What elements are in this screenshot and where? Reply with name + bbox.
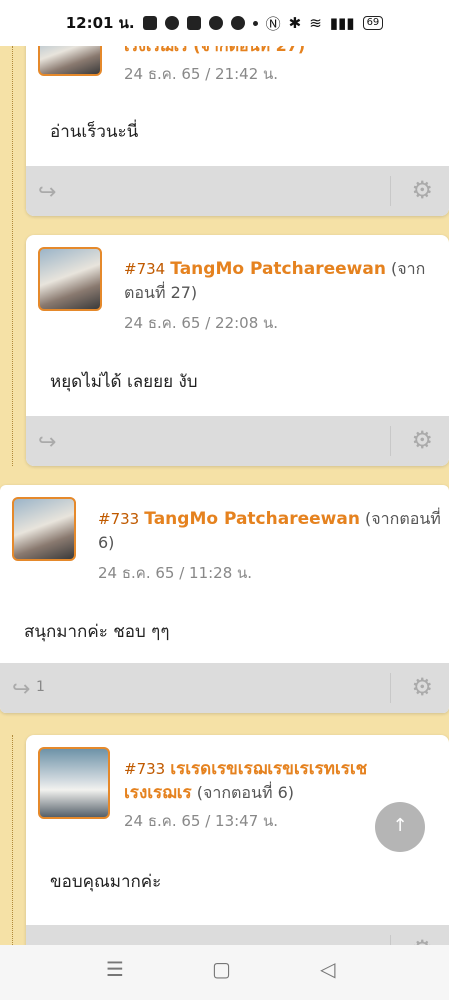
comment-date: 24 ธ.ค. 65 / 22:08 น. — [124, 314, 279, 332]
dot-icon — [252, 20, 258, 26]
navigation-bar: ☰ ▢ ◁ — [0, 945, 449, 1000]
comment-text: สนุกมากค่ะ ชอบ ๆๆ — [24, 622, 170, 642]
gear-icon[interactable]: ⚙ — [411, 426, 433, 454]
wifi-icon: ≋ — [309, 14, 322, 32]
comment-text: อ่านเร็วนะนี่ — [50, 122, 139, 142]
divider — [390, 673, 391, 703]
comment-date: 24 ธ.ค. 65 / 11:28 น. — [98, 564, 253, 582]
divider — [390, 176, 391, 206]
comment-footer: ↪ 1 ⚙ — [0, 663, 449, 713]
thread-line — [12, 735, 13, 945]
shopping-bag-icon — [142, 16, 157, 30]
comment-card: #733 TangMo Patchareewan (จากตอนที่ 6) 2… — [0, 485, 449, 713]
avatar[interactable] — [12, 497, 76, 561]
nfc-icon: Ⓝ — [265, 14, 281, 33]
gear-icon[interactable]: ⚙ — [411, 673, 433, 701]
comment-date: 24 ธ.ค. 65 / 21:42 น. — [124, 65, 279, 83]
comment-meta: #734 TangMo Patchareewan (จากตอนที่ 27) — [124, 257, 434, 304]
comment-card: เรงเรฌเร (จากตอนที่ 27) 24 ธ.ค. 65 / 21:… — [26, 20, 449, 216]
comment-number: #733 — [124, 760, 166, 778]
avatar[interactable] — [38, 747, 110, 819]
comment-username[interactable]: TangMo Patchareewan — [144, 509, 360, 529]
line-app-icon — [164, 16, 179, 30]
comment-card: #734 TangMo Patchareewan (จากตอนที่ 27) … — [26, 235, 449, 466]
comment-footer: ↪ ⚙ — [26, 416, 449, 466]
comment-text: ขอบคุณมากค่ะ — [50, 872, 162, 892]
reply-arrow-icon[interactable]: ↪ — [12, 677, 30, 702]
pinterest-icon — [208, 16, 223, 30]
avatar[interactable] — [38, 247, 102, 311]
home-button[interactable]: ▢ — [212, 957, 231, 981]
comment-meta: #733 TangMo Patchareewan (จากตอนที่ 6) — [98, 507, 443, 554]
comment-date: 24 ธ.ค. 65 / 13:47 น. — [124, 812, 279, 830]
reply-arrow-icon[interactable]: ↪ — [38, 430, 56, 455]
divider — [390, 426, 391, 456]
status-time: 12:01 น. — [65, 14, 135, 32]
comment-number: #733 — [98, 510, 140, 528]
comment-username[interactable]: TangMo Patchareewan — [170, 259, 386, 279]
gear-icon[interactable]: ⚙ — [411, 176, 433, 204]
comment-footer: ↪ ⚙ — [26, 166, 449, 216]
comment-source: (จากตอนที่ 6) — [196, 783, 295, 802]
back-button[interactable]: ◁ — [320, 957, 335, 981]
scroll-to-top-button[interactable]: ↑ — [375, 802, 425, 852]
reply-count[interactable]: 1 — [36, 679, 45, 695]
instagram-icon — [230, 16, 245, 30]
comment-number: #734 — [124, 260, 166, 278]
arrow-up-icon: ↑ — [392, 815, 408, 836]
comment-meta: #733 เรเรดเรขเรฌเรขเรเรทเรเช เรงเรฌเร (จ… — [124, 757, 434, 805]
thread-line — [12, 46, 13, 466]
comment-card: #733 เรเรดเรขเรฌเรขเรเรทเรเช เรงเรฌเร (จ… — [26, 735, 449, 975]
battery-icon: 69 — [362, 16, 384, 30]
signal-icon: ▮▮▮ — [329, 14, 355, 32]
reply-arrow-icon[interactable]: ↪ — [38, 180, 56, 205]
recent-apps-button[interactable]: ☰ — [106, 957, 124, 981]
status-bar: 12:01 น. Ⓝ ✱ ≋ ▮▮▮ 69 — [0, 0, 449, 46]
youtube-icon — [186, 16, 201, 30]
comment-text: หยุดไม่ได้ เลยยย งับ — [50, 372, 198, 392]
bluetooth-icon: ✱ — [288, 14, 302, 32]
